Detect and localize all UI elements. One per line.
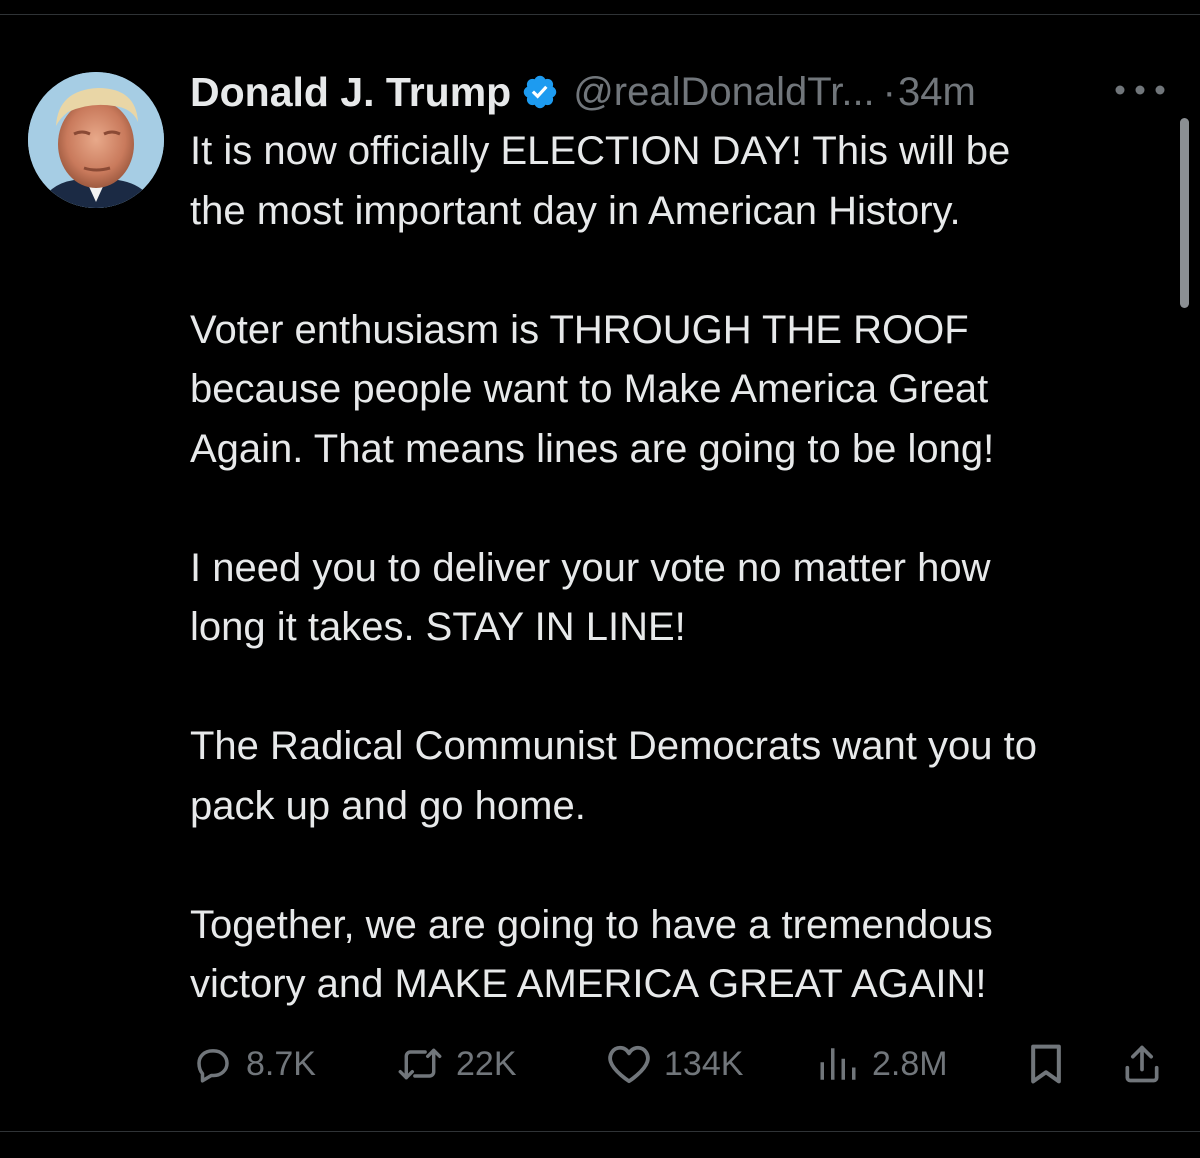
view-count: 2.8M [872, 1044, 948, 1083]
share-button[interactable] [1120, 1036, 1164, 1092]
share-icon [1125, 1045, 1159, 1083]
tweet-paragraph: It is now officially ELECTION DAY! This … [190, 129, 1011, 233]
bookmark-icon [1031, 1044, 1061, 1084]
top-divider [0, 14, 1200, 15]
tweet-paragraph: I need you to deliver your vote no matte… [190, 545, 991, 650]
like-count: 134K [664, 1044, 744, 1083]
like-button[interactable]: 134K [606, 1036, 743, 1092]
tweet-paragraph: Voter enthusiasm is THROUGH THE ROOF bec… [190, 307, 995, 471]
reply-count: 8.7K [246, 1044, 316, 1083]
author-handle[interactable]: @realDonaldTr... [573, 70, 874, 115]
more-options-icon[interactable] [1112, 80, 1168, 100]
heart-icon [608, 1045, 650, 1084]
tweet-text: It is now officially ELECTION DAY! This … [190, 122, 1180, 1015]
reply-icon [197, 1049, 229, 1083]
verified-badge-icon [521, 73, 559, 111]
bottom-divider [0, 1131, 1200, 1132]
avatar[interactable] [28, 72, 164, 208]
avatar-portrait [28, 72, 164, 208]
tweet-actions: 8.7K 22K 134K 2.8M [190, 1036, 1170, 1092]
tweet-paragraph: The Radical Communist Democrats want you… [190, 724, 1037, 828]
tweet-header: Donald J. Trump @realDonaldTr... · 34m [190, 66, 976, 118]
bookmark-button[interactable] [1026, 1036, 1066, 1092]
analytics-icon [820, 1048, 856, 1080]
author-display-name[interactable]: Donald J. Trump [190, 69, 511, 116]
views-button[interactable]: 2.8M [816, 1036, 948, 1092]
reply-button[interactable]: 8.7K [192, 1036, 316, 1092]
repost-button[interactable]: 22K [396, 1036, 517, 1092]
repost-icon [398, 1048, 442, 1080]
repost-count: 22K [456, 1044, 517, 1083]
tweet-paragraph: Together, we are going to have a tremend… [190, 902, 993, 1007]
scrollbar-thumb[interactable] [1180, 118, 1189, 308]
tweet-timestamp[interactable]: 34m [898, 70, 976, 115]
header-separator: · [882, 69, 896, 114]
